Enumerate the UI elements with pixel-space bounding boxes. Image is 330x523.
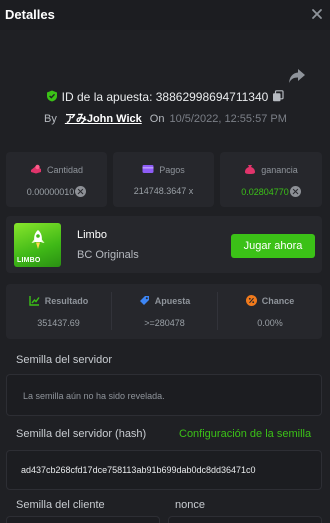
tag-icon (139, 295, 150, 306)
server-hash-field[interactable]: ad437cb268cfd17dce758113ab91b699dab0dc8d… (6, 450, 322, 490)
user-link[interactable]: アみJohn Wick (65, 113, 142, 125)
server-seed-field[interactable]: La semilla aún no ha sido revelada. (6, 374, 322, 416)
bet-stat: Apuesta >=280478 (112, 284, 217, 339)
money-bag-icon (244, 164, 256, 174)
copy-icon[interactable] (272, 90, 284, 102)
game-card: LIMBO Limbo BC Originals Jugar ahora (6, 216, 322, 273)
result-value: 351437.69 (37, 318, 80, 328)
payout-label: Pagos (159, 165, 185, 175)
on-label: On (149, 113, 165, 125)
bet-id-value: 38862998694711340 (155, 90, 269, 104)
payout-stat: Pagos 214748.3647 x (113, 152, 214, 207)
seed-settings-link[interactable]: Configuración de la semilla (179, 428, 311, 440)
client-seed-field[interactable] (6, 516, 160, 523)
result-panel: Resultado 351437.69 Apuesta >=280478 Cha… (6, 284, 322, 339)
share-icon[interactable] (288, 68, 306, 84)
bet-value: >=280478 (144, 318, 185, 328)
rocket-icon (29, 229, 47, 251)
coins-icon (30, 164, 42, 174)
result-label: Resultado (44, 296, 89, 306)
profit-stat: ganancia 0.02804770 (220, 152, 322, 207)
shield-check-icon (46, 90, 58, 102)
server-hash-label: Semilla del servidor (hash) (16, 428, 147, 440)
result-stat: Resultado 351437.69 (6, 284, 111, 339)
wallet-icon (142, 164, 154, 174)
currency-coin-icon (75, 186, 87, 197)
chart-icon (29, 295, 40, 306)
nonce-field[interactable] (168, 516, 322, 523)
play-now-button[interactable]: Jugar ahora (231, 234, 315, 258)
game-brand-label: LIMBO (17, 257, 41, 264)
by-label: By (44, 113, 57, 125)
bet-author-row: By アみJohn Wick On 10/5/2022, 12:55:57 PM (44, 110, 287, 126)
game-thumbnail[interactable]: LIMBO (14, 223, 61, 267)
bet-id-row: ID de la apuesta: 38862998694711340 (0, 90, 330, 106)
chance-label: Chance (261, 296, 295, 306)
header-bar: Detalles (0, 0, 330, 30)
server-hash-value: ad437cb268cfd17dce758113ab91b699dab0dc8d… (21, 465, 256, 475)
profit-value: 0.02804770 (241, 187, 289, 197)
server-seed-label: Semilla del servidor (16, 354, 112, 366)
profit-label: ganancia (261, 165, 298, 175)
payout-value: 214748.3647 x (133, 186, 194, 196)
amount-label: Cantidad (46, 165, 84, 175)
nonce-label: nonce (175, 499, 205, 511)
bet-id-label: ID de la apuesta: (61, 90, 153, 104)
bet-date: 10/5/2022, 12:55:57 PM (169, 113, 287, 125)
amount-stat: Cantidad 0.00000010 (6, 152, 107, 207)
server-seed-placeholder: La semilla aún no ha sido revelada. (23, 391, 165, 401)
percent-icon (245, 295, 257, 306)
close-icon[interactable] (310, 7, 324, 21)
client-seed-label: Semilla del cliente (16, 499, 105, 511)
currency-coin-icon (289, 186, 301, 197)
page-title: Detalles (5, 7, 55, 22)
amount-value: 0.00000010 (26, 187, 75, 197)
chance-stat: Chance 0.00% (218, 284, 322, 339)
game-provider: BC Originals (77, 249, 139, 261)
chance-value: 0.00% (257, 318, 283, 328)
game-name: Limbo (77, 229, 107, 241)
bet-label: Apuesta (154, 296, 191, 306)
